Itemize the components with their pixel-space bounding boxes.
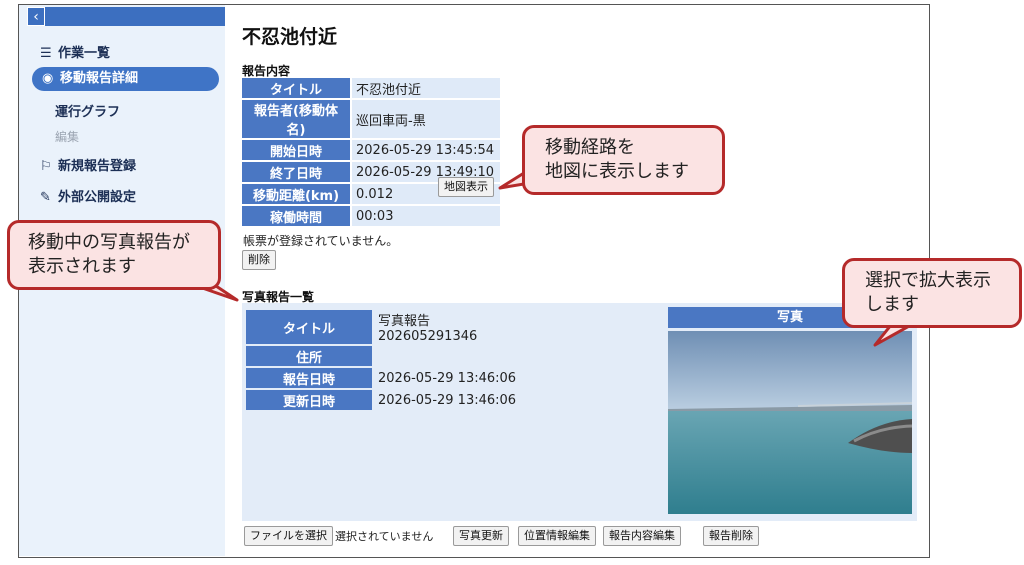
callout-text: 移動経路を xyxy=(545,137,635,158)
callout-text: 移動中の写真報告が xyxy=(28,232,190,253)
callout-text: します xyxy=(865,294,919,315)
callout-map-route: 移動経路を 地図に表示します xyxy=(522,125,725,195)
callout-text: 地図に表示します xyxy=(545,161,689,182)
callout-zoom: 選択で拡大表示 します xyxy=(842,258,1022,328)
callout-text: 選択で拡大表示 xyxy=(865,270,991,291)
callout-photo-reports: 移動中の写真報告が 表示されます xyxy=(7,220,221,290)
callout-text: 表示されます xyxy=(28,256,136,277)
